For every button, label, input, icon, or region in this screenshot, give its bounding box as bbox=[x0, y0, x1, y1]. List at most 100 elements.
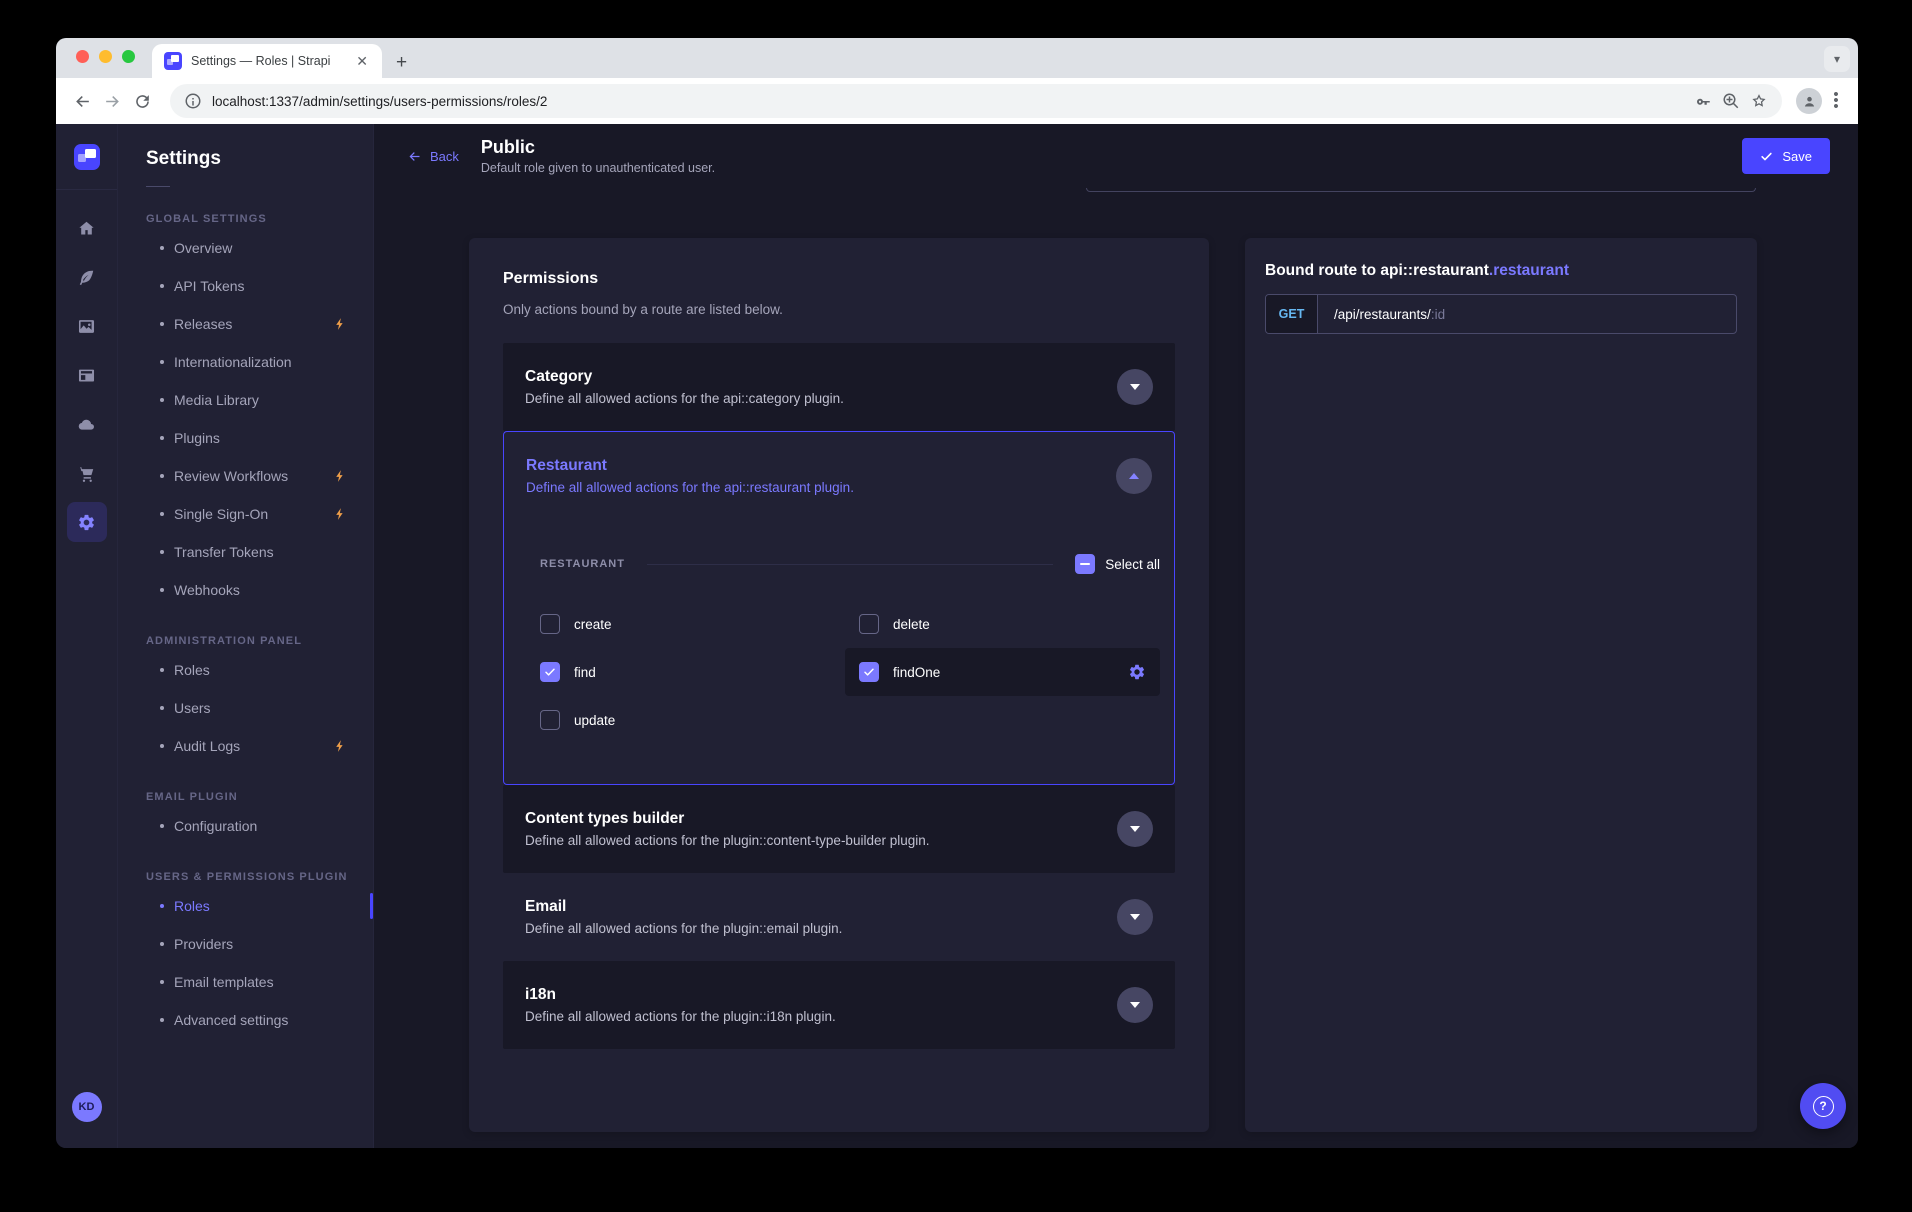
http-method-badge: GET bbox=[1266, 295, 1318, 333]
back-nav-icon[interactable] bbox=[70, 89, 94, 113]
sidebar-item-overview[interactable]: Overview bbox=[118, 229, 373, 267]
user-avatar[interactable]: KD bbox=[72, 1092, 102, 1122]
sidebar-item-up-advanced-settings[interactable]: Advanced settings bbox=[118, 1001, 373, 1039]
sidebar-item-media-library[interactable]: Media Library bbox=[118, 381, 373, 419]
checkbox-unchecked[interactable] bbox=[540, 710, 560, 730]
zoom-page-icon[interactable] bbox=[1722, 92, 1740, 110]
restaurant-group-row: RESTAURANT Select all bbox=[540, 554, 1160, 574]
main-content: Back Public Default role given to unauth… bbox=[374, 124, 1858, 1148]
sidebar-item-plugins[interactable]: Plugins bbox=[118, 419, 373, 457]
accordion-i18n: i18n Define all allowed actions for the … bbox=[503, 961, 1175, 1049]
lightning-icon bbox=[333, 469, 347, 483]
permission-findone[interactable]: findOne bbox=[845, 648, 1160, 696]
section-global-settings: GLOBAL SETTINGS Overview API Tokens Rele… bbox=[118, 213, 373, 609]
sidebar-item-single-sign-on[interactable]: Single Sign-On bbox=[118, 495, 373, 533]
chevron-down-icon[interactable] bbox=[1117, 811, 1153, 847]
sidebar-item-audit-logs[interactable]: Audit Logs bbox=[118, 727, 373, 765]
section-email-plugin: EMAIL PLUGIN Configuration bbox=[118, 791, 373, 845]
chevron-down-icon[interactable] bbox=[1117, 899, 1153, 935]
settings-gear-icon[interactable] bbox=[67, 502, 107, 542]
sidebar-item-api-tokens[interactable]: API Tokens bbox=[118, 267, 373, 305]
sidebar-item-review-workflows[interactable]: Review Workflows bbox=[118, 457, 373, 495]
chevron-down-icon[interactable] bbox=[1117, 369, 1153, 405]
accordion-category-header[interactable]: Category Define all allowed actions for … bbox=[503, 343, 1175, 431]
minimize-window-button[interactable] bbox=[99, 50, 112, 63]
sidebar-item-up-email-templates[interactable]: Email templates bbox=[118, 963, 373, 1001]
indeterminate-checkbox-icon[interactable] bbox=[1075, 554, 1095, 574]
browser-tab[interactable]: Settings — Roles | Strapi ✕ bbox=[152, 44, 382, 78]
permission-delete[interactable]: delete bbox=[845, 600, 1160, 648]
new-tab-button[interactable]: + bbox=[396, 53, 407, 72]
sidebar-item-email-configuration[interactable]: Configuration bbox=[118, 807, 373, 845]
password-key-icon[interactable] bbox=[1694, 92, 1712, 110]
accordion-description: Define all allowed actions for the api::… bbox=[525, 391, 844, 406]
section-label: EMAIL PLUGIN bbox=[118, 791, 373, 803]
permission-update[interactable]: update bbox=[540, 696, 845, 744]
accordion-email-header[interactable]: Email Define all allowed actions for the… bbox=[503, 873, 1175, 961]
tab-search-chevron-icon[interactable]: ▾ bbox=[1824, 46, 1850, 72]
browser-window: Settings — Roles | Strapi ✕ + ▾ localhos… bbox=[56, 38, 1858, 1148]
permission-find[interactable]: find bbox=[540, 648, 845, 696]
route-box: GET /api/restaurants/:id bbox=[1265, 294, 1737, 334]
lightning-icon bbox=[333, 507, 347, 521]
sidebar-item-admin-roles[interactable]: Roles bbox=[118, 651, 373, 689]
checkbox-checked[interactable] bbox=[859, 662, 879, 682]
back-link[interactable]: Back bbox=[407, 149, 459, 164]
accordion-restaurant-header[interactable]: Restaurant Define all allowed actions fo… bbox=[504, 432, 1174, 520]
browser-profile-avatar[interactable] bbox=[1796, 88, 1822, 114]
zoom-window-button[interactable] bbox=[122, 50, 135, 63]
bookmark-star-icon[interactable] bbox=[1750, 92, 1768, 110]
save-button[interactable]: Save bbox=[1742, 138, 1830, 174]
browser-toolbar: localhost:1337/admin/settings/users-perm… bbox=[56, 78, 1858, 124]
sidebar-item-webhooks[interactable]: Webhooks bbox=[118, 571, 373, 609]
reload-icon[interactable] bbox=[130, 89, 154, 113]
accordion-title: Restaurant bbox=[526, 457, 854, 475]
section-label: GLOBAL SETTINGS bbox=[118, 213, 373, 225]
sidebar-item-transfer-tokens[interactable]: Transfer Tokens bbox=[118, 533, 373, 571]
section-users-permissions-plugin: USERS & PERMISSIONS PLUGIN Roles Provide… bbox=[118, 871, 373, 1039]
media-library-icon[interactable] bbox=[67, 306, 107, 346]
checkbox-unchecked[interactable] bbox=[859, 614, 879, 634]
tab-close-icon[interactable]: ✕ bbox=[352, 52, 372, 70]
sidebar-item-admin-users[interactable]: Users bbox=[118, 689, 373, 727]
permission-settings-gear-icon[interactable] bbox=[1128, 663, 1146, 681]
page-header: Back Public Default role given to unauth… bbox=[374, 124, 1858, 188]
home-icon[interactable] bbox=[67, 208, 107, 248]
strapi-logo-section bbox=[56, 124, 117, 190]
accordion-category: Category Define all allowed actions for … bbox=[503, 343, 1175, 431]
sidebar-item-up-roles[interactable]: Roles bbox=[118, 887, 373, 925]
sidebar-item-releases[interactable]: Releases bbox=[118, 305, 373, 343]
address-bar[interactable]: localhost:1337/admin/settings/users-perm… bbox=[170, 84, 1782, 118]
help-button[interactable]: ? bbox=[1800, 1083, 1846, 1129]
browser-menu-icon[interactable]: ••• bbox=[1828, 92, 1844, 111]
marketplace-cart-icon[interactable] bbox=[67, 453, 107, 493]
accordion-description: Define all allowed actions for the plugi… bbox=[525, 1009, 836, 1024]
forward-nav-icon[interactable] bbox=[100, 89, 124, 113]
deploy-cloud-icon[interactable] bbox=[67, 404, 107, 444]
settings-sidebar: Settings GLOBAL SETTINGS Overview API To… bbox=[118, 124, 374, 1148]
window-controls[interactable] bbox=[76, 50, 135, 63]
close-window-button[interactable] bbox=[76, 50, 89, 63]
permissions-title: Permissions bbox=[503, 270, 1175, 288]
strapi-favicon bbox=[164, 52, 182, 70]
checkbox-checked[interactable] bbox=[540, 662, 560, 682]
select-all-checkbox[interactable]: Select all bbox=[1075, 554, 1160, 574]
section-administration-panel: ADMINISTRATION PANEL Roles Users Audit L… bbox=[118, 635, 373, 765]
content-manager-feather-icon[interactable] bbox=[67, 257, 107, 297]
sidebar-item-up-providers[interactable]: Providers bbox=[118, 925, 373, 963]
sidebar-item-internationalization[interactable]: Internationalization bbox=[118, 343, 373, 381]
accordion-description: Define all allowed actions for the plugi… bbox=[525, 921, 842, 936]
accordion-ctb-header[interactable]: Content types builder Define all allowed… bbox=[503, 785, 1175, 873]
accordion-title: Email bbox=[525, 898, 842, 916]
strapi-admin: KD Settings GLOBAL SETTINGS Overview API… bbox=[56, 124, 1858, 1148]
site-info-icon[interactable] bbox=[184, 92, 202, 110]
permissions-panel: Permissions Only actions bound by a rout… bbox=[469, 238, 1209, 1132]
strapi-logo[interactable] bbox=[74, 144, 100, 170]
chevron-down-icon[interactable] bbox=[1117, 987, 1153, 1023]
group-label: RESTAURANT bbox=[540, 558, 625, 570]
permission-create[interactable]: create bbox=[540, 600, 845, 648]
content-type-builder-icon[interactable] bbox=[67, 355, 107, 395]
checkbox-unchecked[interactable] bbox=[540, 614, 560, 634]
accordion-i18n-header[interactable]: i18n Define all allowed actions for the … bbox=[503, 961, 1175, 1049]
chevron-up-icon[interactable] bbox=[1116, 458, 1152, 494]
